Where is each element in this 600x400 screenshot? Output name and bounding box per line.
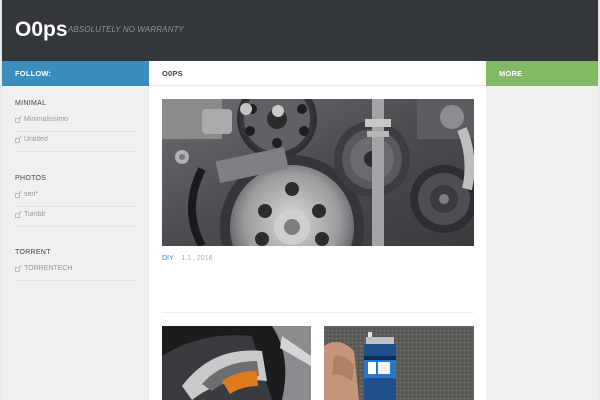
engine-pulleys-illustration [162,99,474,246]
site-tagline: ABSOLUTELY NO WARRANTY [68,25,184,34]
external-link-icon [15,267,20,272]
right-sidebar: MORE [486,61,598,400]
widget-title-minimal: MINIMAL [15,100,47,107]
external-link-icon [15,118,20,123]
follow-bar: FOLLOW: [2,61,149,86]
more-label: MORE [499,69,523,78]
sidebar-link-torrentech[interactable]: TORRENTECH [15,261,137,281]
main-content: O0PS DIY 1.1 , 2016 [149,61,486,400]
sidebar-link-label[interactable]: TORRENTECH [24,265,72,272]
sidebar-link-label[interactable]: seri* [24,191,38,198]
post-date: 1.1 , 2016 [181,255,213,262]
sidebar-link-untitled[interactable]: Untitled [15,132,137,152]
site-title[interactable]: O0ps [15,18,68,42]
external-link-icon [15,213,20,218]
main-section-label: O0PS [162,69,183,78]
sidebar-link-minimalissimo[interactable]: Minimalissimo [15,112,137,132]
widget-title-torrent: TORRENT [15,249,51,256]
sidebar-link-label[interactable]: Untitled [24,136,48,143]
post-meta: DIY 1.1 , 2016 [162,255,212,262]
post-thumbnail-spray-can[interactable] [324,326,474,400]
main-section-bar: O0PS [149,61,486,86]
external-link-icon [15,193,20,198]
left-sidebar: FOLLOW: MINIMAL Minimalissimo Untitled P… [2,61,149,400]
sidebar-link-seri[interactable]: seri* [15,187,137,207]
featured-post-image[interactable] [162,99,474,246]
page-frame: O0ps ABSOLUTELY NO WARRANTY FOLLOW: MINI… [2,0,598,400]
more-bar: MORE [486,61,598,86]
follow-label: FOLLOW: [15,69,52,78]
post-thumbnail-headlight[interactable] [162,326,311,400]
post-divider [162,312,474,313]
sidebar-link-tumblr[interactable]: Tumblr [15,207,137,227]
external-link-icon [15,138,20,143]
spray-can-illustration [324,326,474,400]
post-category-link[interactable]: DIY [162,255,174,262]
widget-title-photos: PHOTOS [15,175,47,182]
sidebar-link-label[interactable]: Tumblr [24,211,46,218]
headlight-illustration [162,326,311,400]
sidebar-link-label[interactable]: Minimalissimo [24,116,68,123]
site-header: O0ps ABSOLUTELY NO WARRANTY [2,0,598,61]
